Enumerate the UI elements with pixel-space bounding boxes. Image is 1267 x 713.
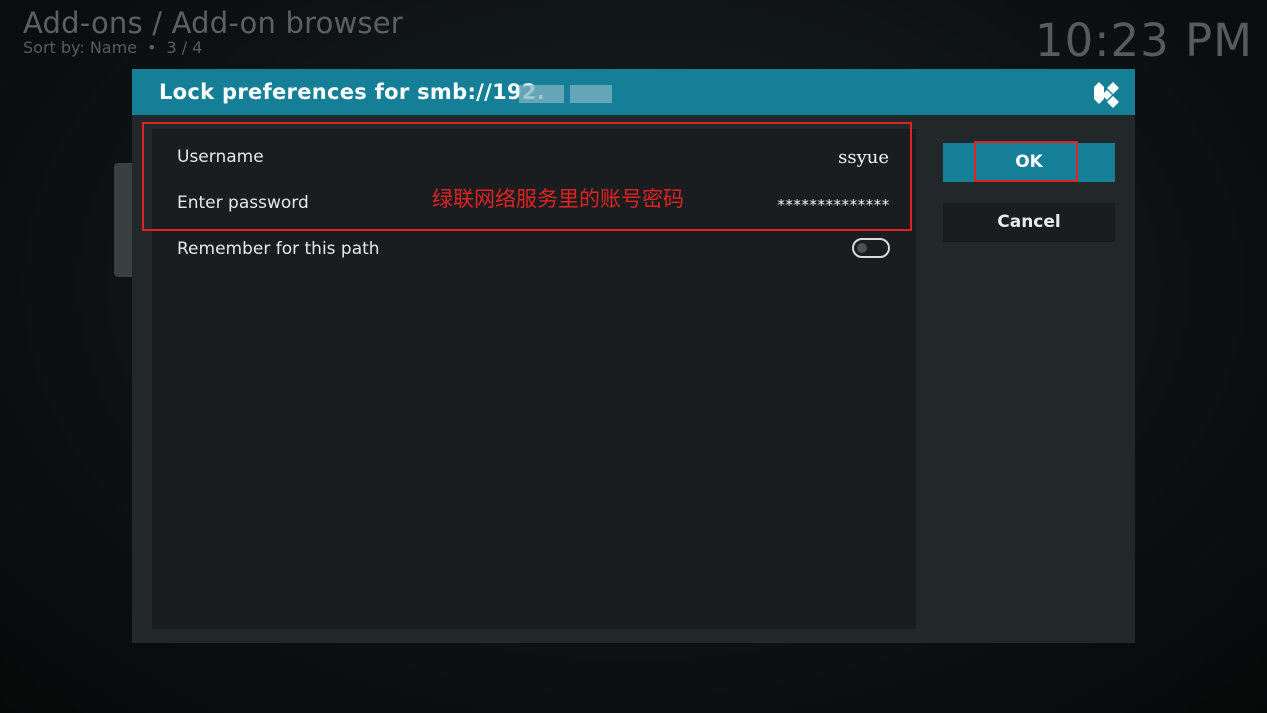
redacted-ip-part	[570, 85, 612, 103]
annotation-text: 绿联网络服务里的账号密码	[432, 187, 684, 211]
redacted-ip-part	[519, 85, 564, 103]
page-indicator: 3 / 4	[166, 38, 203, 57]
sort-label: Sort by: Name	[23, 38, 138, 57]
remember-path-label: Remember for this path	[177, 239, 380, 259]
cancel-button[interactable]: Cancel	[943, 203, 1115, 242]
annotation-ok-box	[974, 141, 1078, 182]
kodi-logo-icon	[1094, 82, 1119, 108]
remember-path-row[interactable]: Remember for this path	[152, 227, 916, 273]
page-title: Add-ons / Add-on browser	[23, 6, 403, 40]
dialog-title: Lock preferences for smb://192.	[159, 80, 546, 104]
sort-info: Sort by: Name • 3 / 4	[23, 38, 202, 57]
remember-path-toggle[interactable]	[852, 238, 890, 258]
side-menu-tab[interactable]	[114, 163, 134, 277]
annotation-credentials-box	[142, 122, 912, 231]
clock: 10:23 PM	[1035, 14, 1253, 67]
dialog-header: Lock preferences for smb://192.	[132, 69, 1135, 115]
toggle-knob	[857, 243, 867, 253]
separator-dot: •	[147, 38, 157, 57]
